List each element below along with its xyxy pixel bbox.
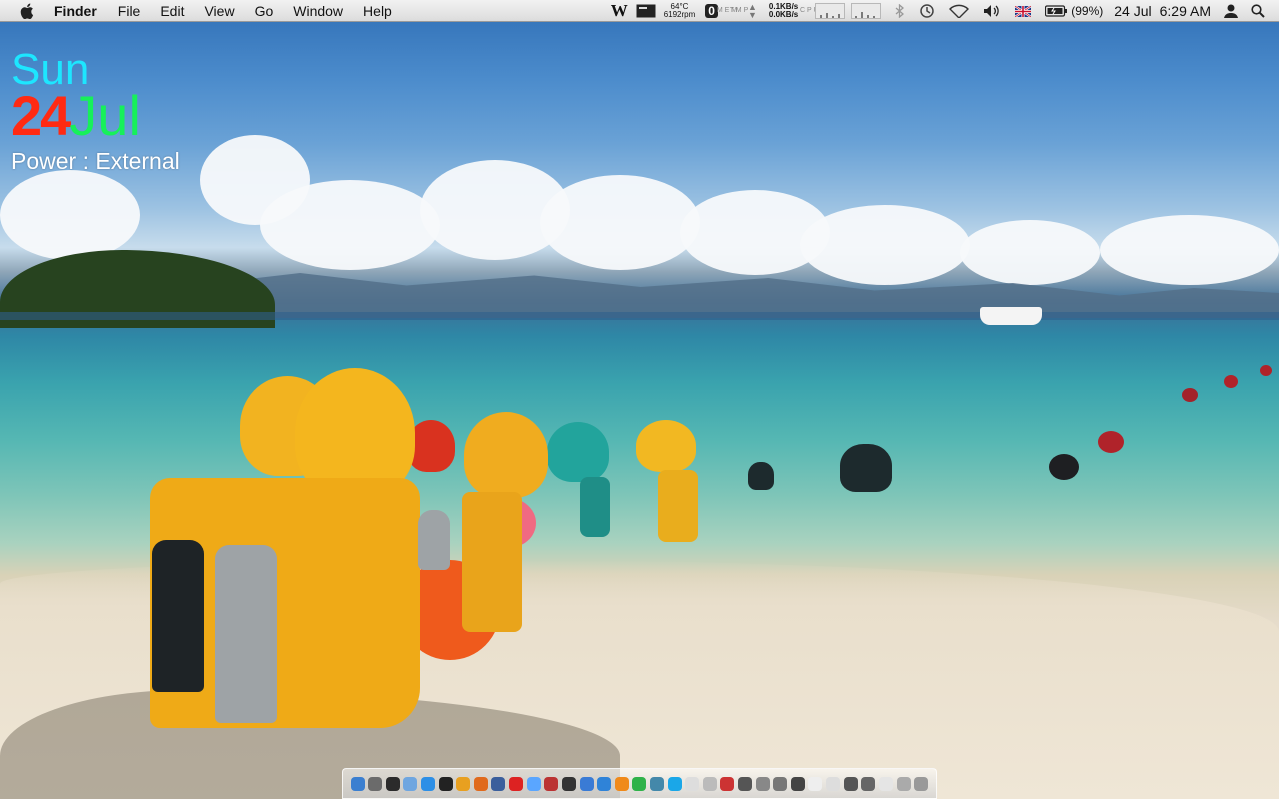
widget-day-number: 24 — [11, 84, 71, 147]
buoy — [1182, 388, 1198, 402]
menu-edit[interactable]: Edit — [160, 3, 184, 19]
chrome-icon[interactable] — [456, 776, 471, 791]
temp-monitor-icon[interactable]: T M P — [730, 7, 749, 15]
app-store-icon[interactable] — [597, 776, 612, 791]
safari-icon[interactable] — [421, 776, 436, 791]
opera-icon[interactable] — [509, 776, 524, 791]
widget-power-status: Power : External — [11, 148, 180, 174]
buoy — [1260, 365, 1272, 376]
battery-icon — [1045, 5, 1068, 17]
dock — [342, 768, 937, 799]
photo-booth-icon[interactable] — [738, 776, 753, 791]
desktop: Finder File Edit View Go Window Help W 6… — [0, 0, 1279, 799]
diver — [748, 462, 774, 490]
skype-icon[interactable] — [667, 776, 682, 791]
time-machine-icon[interactable] — [919, 3, 935, 19]
temperature-fan-readout[interactable]: 64°C 6192rpm — [664, 3, 696, 19]
dive-helmet — [628, 420, 718, 545]
calendar-icon[interactable] — [544, 776, 559, 791]
input-source-uk-flag-icon[interactable] — [1015, 5, 1032, 17]
network-speed-readout[interactable]: 0.1KB/s 0.0KB/s — [769, 3, 798, 19]
cloud — [800, 205, 970, 285]
cloud — [960, 220, 1100, 285]
cloud — [1100, 215, 1279, 285]
display-menu-icon[interactable] — [636, 4, 656, 18]
trash-icon[interactable] — [914, 776, 929, 791]
user-account-icon[interactable] — [1223, 3, 1239, 19]
spotlight-search-icon[interactable] — [1251, 4, 1265, 18]
activity-monitor-icon[interactable] — [385, 776, 400, 791]
vlc-icon[interactable] — [614, 776, 629, 791]
keyboard-icon[interactable] — [878, 776, 893, 791]
drive-icon[interactable] — [896, 776, 911, 791]
buoy — [1049, 454, 1079, 480]
fan-speed-value: 6192rpm — [663, 10, 696, 19]
buoy — [1098, 431, 1124, 453]
cloud — [540, 175, 700, 270]
whatsapp-icon[interactable] — [632, 776, 647, 791]
menu-bar: Finder File Edit View Go Window Help W 6… — [0, 0, 1279, 22]
widget-date: 24 Jul — [11, 88, 180, 144]
apple-menu-icon[interactable] — [19, 3, 35, 19]
cpu-graph[interactable] — [815, 3, 846, 19]
system-preferences-icon[interactable] — [368, 776, 383, 791]
date-power-widget: Sun 24 Jul Power : External — [11, 48, 180, 175]
widget-month: Jul — [69, 84, 141, 147]
diver — [840, 444, 892, 492]
menu-help[interactable]: Help — [363, 3, 392, 19]
battery-percent: (99%) — [1071, 4, 1104, 18]
word-menu-icon[interactable]: W — [611, 1, 628, 21]
menu-go[interactable]: Go — [255, 3, 274, 19]
stack-icon[interactable] — [861, 776, 876, 791]
mountains — [215, 273, 1279, 318]
dive-helmet — [545, 422, 625, 540]
document-icon[interactable] — [808, 776, 823, 791]
cloud — [0, 170, 140, 260]
finder-icon[interactable] — [350, 776, 365, 791]
screenshot-icon[interactable] — [843, 776, 858, 791]
clock-date[interactable]: 24 Jul — [1114, 3, 1151, 19]
documents-icon[interactable] — [826, 776, 841, 791]
network-graph[interactable] — [851, 3, 882, 19]
clock-time[interactable]: 6:29 AM — [1160, 3, 1211, 19]
boat — [980, 307, 1042, 325]
textedit-icon[interactable] — [685, 776, 700, 791]
pdf-icon[interactable] — [720, 776, 735, 791]
preview-icon[interactable] — [702, 776, 717, 791]
itunes-icon[interactable] — [526, 776, 541, 791]
updown-arrows-icon[interactable]: ▲ ▼ — [748, 3, 757, 20]
volume-icon[interactable] — [983, 4, 1001, 18]
network-icon[interactable] — [491, 776, 506, 791]
folder-icon[interactable] — [790, 776, 805, 791]
buoy — [1224, 375, 1238, 388]
cpu-monitor-label: C P U — [799, 7, 819, 14]
iphoto-icon[interactable] — [579, 776, 594, 791]
status-menus: W 64°C 6192rpm 0 M E M T M P ▲ ▼ 0.1KB/s … — [611, 0, 1279, 22]
firefox-icon[interactable] — [473, 776, 488, 791]
bluetooth-icon[interactable] — [895, 4, 905, 18]
menu-finder[interactable]: Finder — [54, 3, 97, 19]
cloud — [260, 180, 440, 270]
network-down-value: 0.0KB/s — [768, 10, 799, 19]
battery-status[interactable]: (99%) — [1045, 4, 1103, 18]
air-tank — [215, 545, 277, 723]
utility-icon[interactable] — [755, 776, 770, 791]
calculator-icon[interactable] — [773, 776, 788, 791]
terminal-icon[interactable] — [561, 776, 576, 791]
air-tank — [152, 540, 204, 692]
dive-helmet — [462, 412, 552, 632]
menu-window[interactable]: Window — [293, 3, 343, 19]
mail-icon[interactable] — [403, 776, 418, 791]
horizon — [0, 312, 1279, 320]
menu-file[interactable]: File — [118, 3, 141, 19]
adium-icon[interactable] — [649, 776, 664, 791]
wifi-icon[interactable] — [949, 4, 970, 18]
dashboard-icon[interactable] — [438, 776, 453, 791]
air-tank — [418, 510, 450, 570]
menu-view[interactable]: View — [204, 3, 234, 19]
